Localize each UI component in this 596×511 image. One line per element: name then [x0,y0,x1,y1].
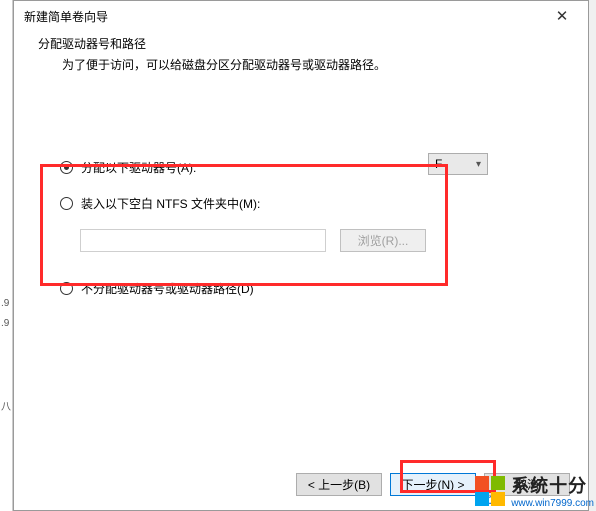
next-button[interactable]: 下一步(N) > [390,473,476,496]
option-assign-letter-label: 分配以下驱动器号(A): [81,159,196,176]
option-no-assign[interactable]: 不分配驱动器号或驱动器路径(D) [60,274,542,302]
wizard-footer: < 上一步(B) 下一步(N) > 取消 [296,473,570,496]
radio-assign-letter[interactable] [60,161,73,174]
back-button[interactable]: < 上一步(B) [296,473,382,496]
close-icon: ✕ [556,7,569,25]
mount-folder-row: 浏览(R)... [60,229,542,252]
chevron-down-icon: ▾ [476,159,481,170]
page-description: 为了便于访问，可以给磁盘分区分配驱动器号或驱动器路径。 [38,52,564,73]
option-mount-folder[interactable]: 装入以下空白 NTFS 文件夹中(M): [60,189,542,217]
wizard-window: 新建简单卷向导 ✕ 分配驱动器号和路径 为了便于访问，可以给磁盘分区分配驱动器号… [13,0,589,511]
page-title: 分配驱动器号和路径 [38,35,564,52]
wizard-header: 分配驱动器号和路径 为了便于访问，可以给磁盘分区分配驱动器号或驱动器路径。 [14,31,588,73]
cancel-button[interactable]: 取消 [484,473,570,496]
wizard-content: 分配以下驱动器号(A): F ▾ 装入以下空白 NTFS 文件夹中(M): 浏览… [14,73,588,302]
background-left-edge: .9 .9 八 [0,0,13,511]
drive-letter-value: F [435,157,442,171]
close-button[interactable]: ✕ [542,3,582,29]
titlebar: 新建简单卷向导 ✕ [14,1,588,31]
window-title: 新建简单卷向导 [24,8,542,25]
radio-no-assign[interactable] [60,282,73,295]
radio-mount-folder[interactable] [60,197,73,210]
mount-folder-input[interactable] [80,229,326,252]
drive-letter-select[interactable]: F ▾ [428,153,488,175]
option-mount-folder-label: 装入以下空白 NTFS 文件夹中(M): [81,195,260,212]
browse-button: 浏览(R)... [340,229,426,252]
watermark-small: W1 [476,493,496,507]
option-no-assign-label: 不分配驱动器号或驱动器路径(D) [81,280,254,297]
